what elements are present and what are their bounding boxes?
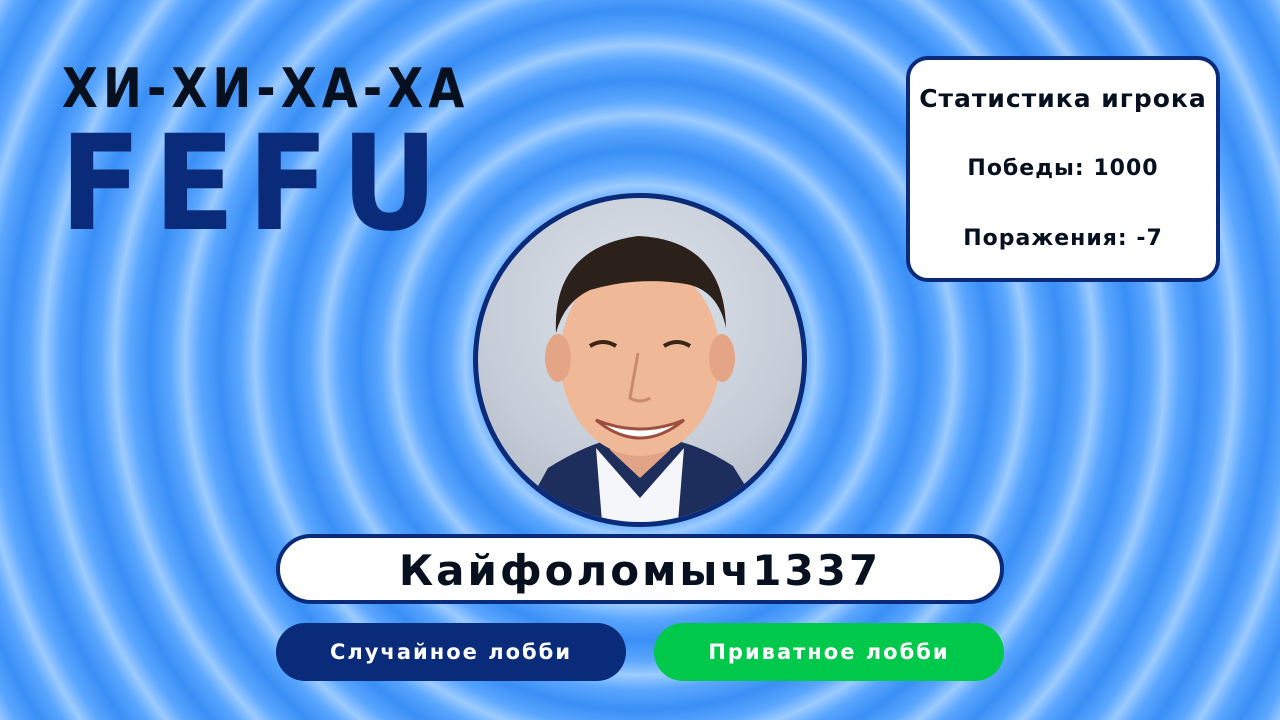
player-name: Кайфоломыч1337 [398, 546, 882, 595]
stats-title: Статистика игрока [919, 84, 1207, 113]
stats-losses: Поражения: -7 [963, 226, 1163, 251]
player-avatar [473, 193, 807, 527]
private-lobby-button[interactable]: Приватное лобби [654, 623, 1004, 681]
stats-wins: Победы: 1000 [967, 156, 1159, 181]
random-lobby-button[interactable]: Случайное лобби [276, 623, 626, 681]
player-stats-panel: Статистика игрока Победы: 1000 Поражения… [906, 56, 1220, 282]
brand-logo-text: FEFU [60, 107, 451, 261]
player-photo-icon [518, 236, 768, 522]
player-name-plate: Кайфоломыч1337 [276, 534, 1004, 604]
